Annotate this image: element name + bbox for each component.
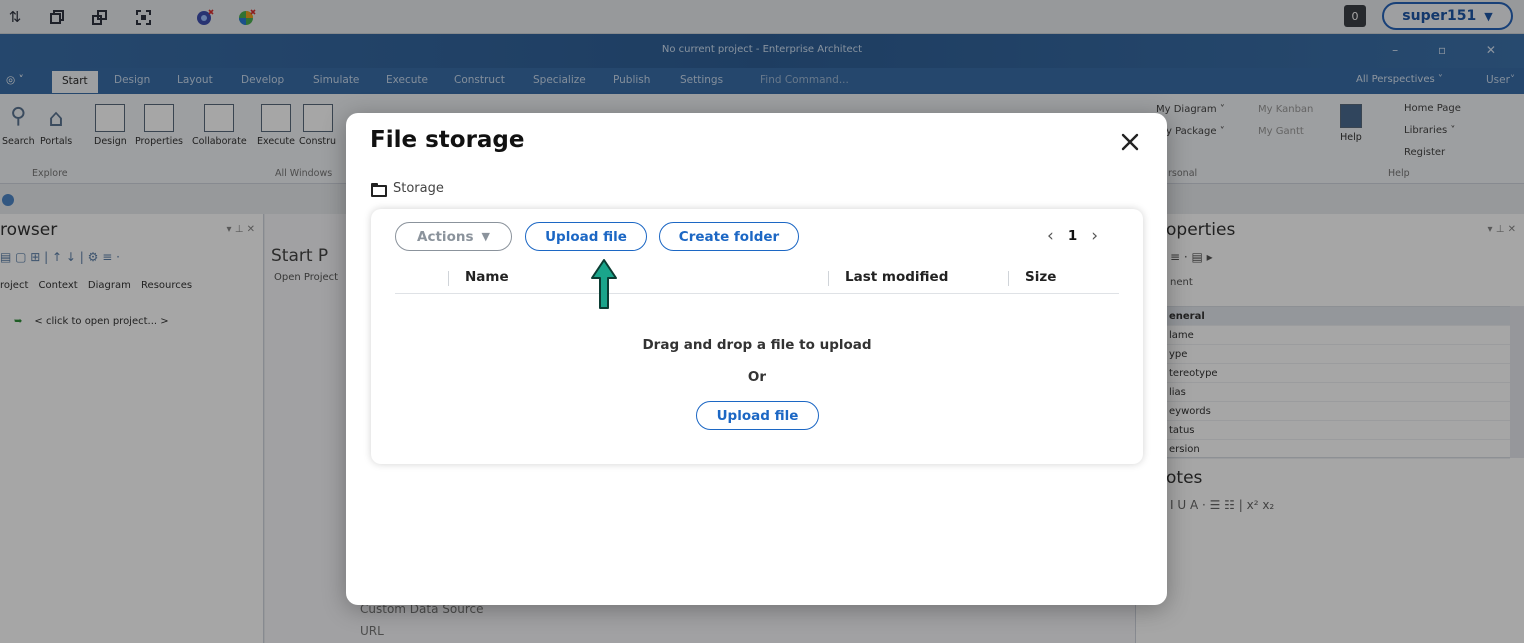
- folder-icon: [371, 183, 387, 197]
- drop-zone-upload-button[interactable]: Upload file: [696, 401, 819, 430]
- chevron-right-icon[interactable]: ›: [1091, 226, 1098, 246]
- column-divider: [828, 271, 829, 286]
- dialog-title: File storage: [370, 127, 525, 153]
- column-divider: [1008, 271, 1009, 286]
- column-size[interactable]: Size: [1025, 269, 1056, 285]
- drop-zone-or: Or: [747, 369, 767, 385]
- caret-down-icon: ▼: [481, 230, 490, 243]
- callout-arrow-icon: [591, 259, 617, 309]
- breadcrumb-storage[interactable]: Storage: [393, 181, 444, 196]
- column-name[interactable]: Name: [465, 269, 509, 285]
- pagination: ‹ 1 ›: [1047, 226, 1098, 246]
- column-last-modified[interactable]: Last modified: [845, 269, 948, 285]
- current-page: 1: [1067, 228, 1078, 244]
- file-storage-dialog: File storage Storage Actions ▼ Upload fi…: [346, 113, 1167, 605]
- upload-file-button[interactable]: Upload file: [525, 222, 647, 251]
- chevron-left-icon[interactable]: ‹: [1047, 226, 1054, 246]
- column-divider: [448, 271, 449, 286]
- close-icon[interactable]: [1118, 129, 1142, 155]
- file-browser-card: Actions ▼ Upload file Create folder ‹ 1 …: [371, 209, 1143, 464]
- actions-dropdown-button[interactable]: Actions ▼: [395, 222, 512, 251]
- file-table-header: Name Last modified Size: [395, 265, 1119, 294]
- drop-zone-title: Drag and drop a file to upload: [642, 337, 872, 353]
- create-folder-button[interactable]: Create folder: [659, 222, 799, 251]
- breadcrumb[interactable]: Storage: [371, 181, 444, 197]
